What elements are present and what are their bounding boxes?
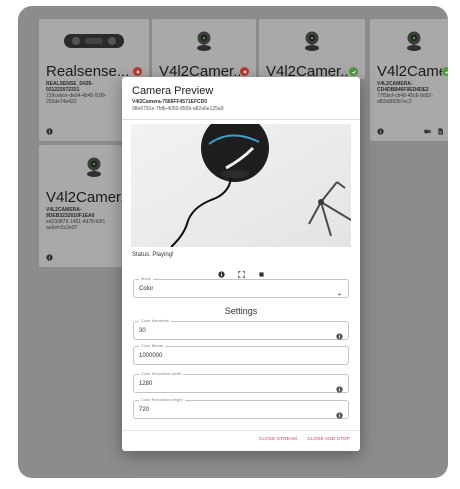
device-id: V4L2CAMERA- CD4DBB46F9ED4DE2 [377,81,429,93]
info-icon[interactable] [336,327,343,345]
mode-select[interactable]: Mode Color [133,276,349,298]
error-status-icon [133,67,142,76]
field-value: 1000000 [139,353,163,359]
color-framerate-field[interactable]: Color framerate 30 [133,318,349,340]
dialog-title: Camera Preview [132,85,214,97]
chevron-down-icon [336,285,343,303]
device-card[interactable]: V4l2Camer... [152,19,256,79]
info-icon[interactable] [336,406,343,424]
stream-status: Status: Playing! [132,252,174,258]
color-resolution-width-field[interactable]: Color Resolution width 1280 [133,371,349,393]
field-label: Color Resolution width [139,371,184,377]
mode-value: Color [139,286,154,292]
info-icon[interactable] [46,253,53,261]
field-value: 720 [139,407,150,413]
close-and-stop-button[interactable]: CLOSE AND STOP [307,436,350,441]
field-label: Color framerate [139,318,171,324]
dialog-actions: CLOSE STREAM CLOSE AND STOP [259,436,350,441]
file-icon[interactable] [437,127,444,135]
device-card[interactable]: V4l2Camer... V4L2CAMERA- CD4DBB46F9ED4DE… [370,19,448,141]
info-icon[interactable] [336,380,343,398]
video-icon[interactable] [424,128,431,135]
device-uuid: 77f5bcf-cb48-45c6-9d52- af55d992b7ec2 [377,93,433,105]
settings-heading: Settings [224,306,258,316]
field-label: Color Resolution height [139,397,185,403]
color-resolution-height-field[interactable]: Color Resolution height 720 [133,397,349,419]
webcam-thumbnail [152,19,256,63]
mode-label: Mode [139,276,154,282]
dialog-device-uuid: 98e6791e-7fdb-4050-850b-a82a6e125a9 [132,106,224,112]
realsense-thumbnail [39,19,149,63]
dialog-device-id: V4l2Camera-7566FF4571EFCD0 [132,99,208,105]
field-value: 30 [139,328,146,334]
close-stream-button[interactable]: CLOSE STREAM [259,436,297,441]
webcam-thumbnail [259,19,365,63]
info-icon[interactable] [46,127,53,135]
field-label: Color Bitrate [139,343,166,349]
camera-preview-dialog: Camera Preview V4l2Camera-7566FF4571EFCD… [122,77,360,451]
device-card[interactable]: V4l2Camer... [259,19,365,79]
divider [122,430,360,431]
device-title: V4l2Camer... [377,63,442,80]
camera-video-preview [131,124,351,247]
error-status-icon [240,67,249,76]
device-title: Realsense... [46,63,130,80]
ok-status-icon [349,67,358,76]
webcam-thumbnail [370,19,448,63]
device-title: V4l2Camer... [46,189,133,206]
field-value: 1280 [139,381,153,387]
divider [122,119,360,120]
info-icon[interactable] [377,127,384,135]
color-bitrate-field[interactable]: Color Bitrate 1000000 [133,343,349,365]
ok-status-icon [442,67,448,76]
